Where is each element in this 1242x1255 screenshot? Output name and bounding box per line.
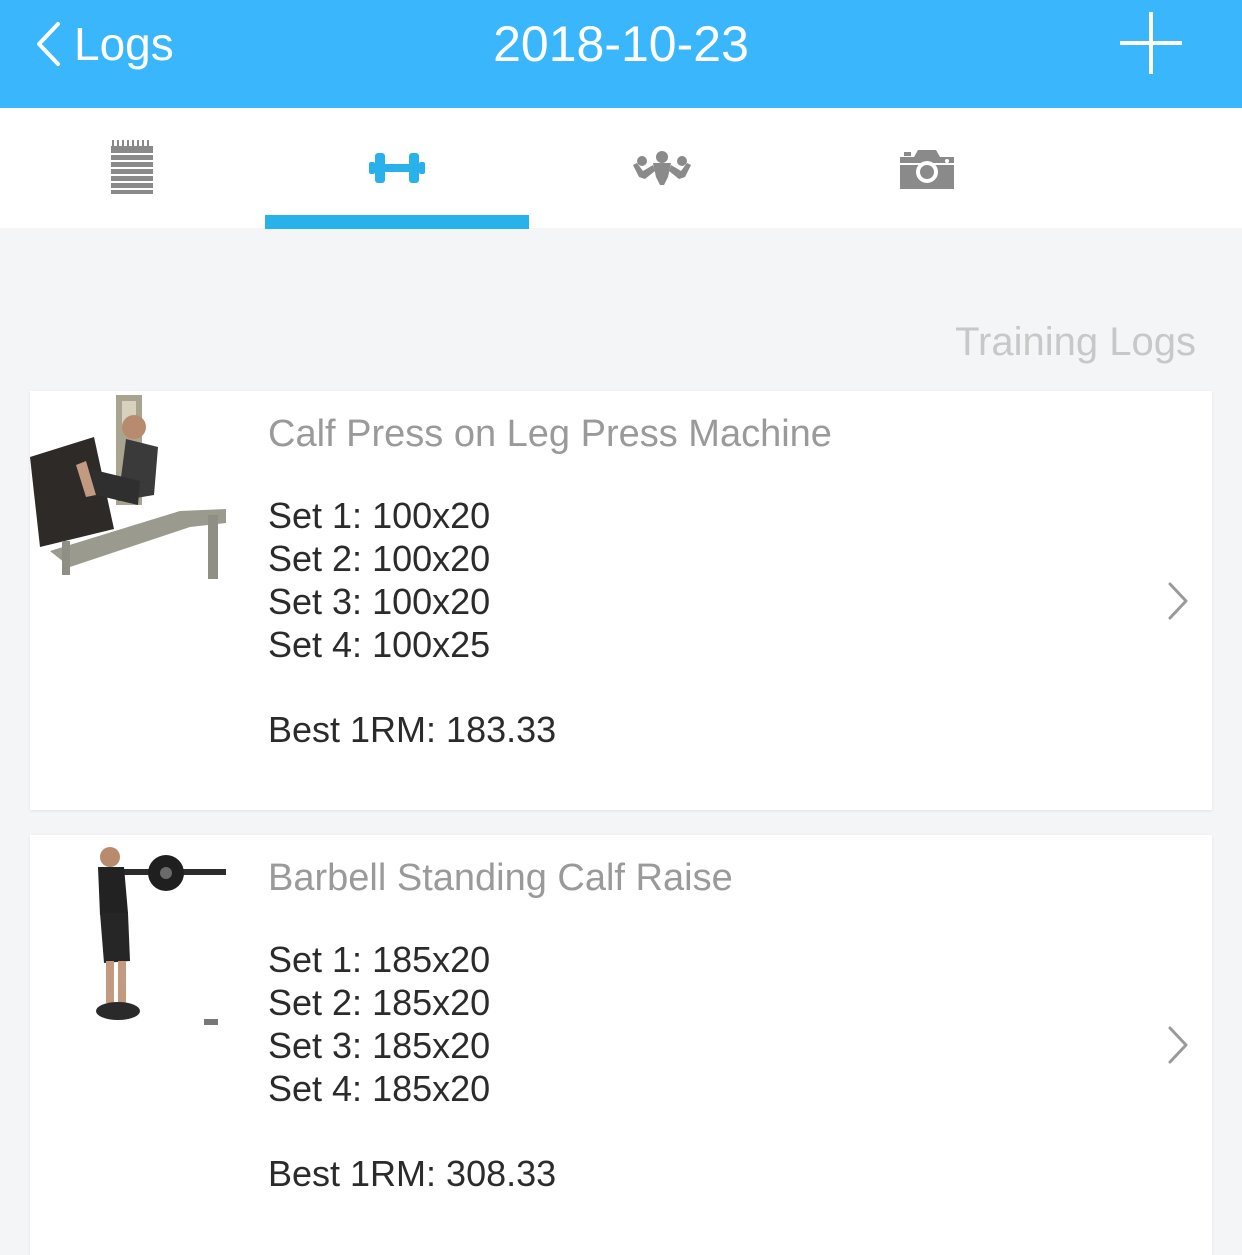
tab-body[interactable] xyxy=(530,108,794,228)
flexing-muscle-icon xyxy=(633,151,691,185)
notepad-icon xyxy=(111,140,153,194)
set-line: Set 1: 100x20 xyxy=(268,495,491,536)
dumbbell-icon xyxy=(369,153,425,183)
tab-notes[interactable] xyxy=(0,108,264,228)
set-line: Set 1: 185x20 xyxy=(268,939,491,980)
best-1rm: Best 1RM: 183.33 xyxy=(268,709,557,750)
set-list: Set 1: 100x20 Set 2: 100x20 Set 3: 100x2… xyxy=(268,494,490,666)
exercise-name: Barbell Standing Calf Raise xyxy=(268,857,733,899)
barbell-calf-raise-photo xyxy=(80,843,230,1033)
navigation-bar: Logs 2018-10-23 xyxy=(0,0,1242,108)
exercise-log-card[interactable]: Barbell Standing Calf Raise Set 1: 185x2… xyxy=(30,835,1212,1255)
set-line: Set 4: 185x20 xyxy=(268,1068,491,1109)
exercise-log-card[interactable]: Calf Press on Leg Press Machine Set 1: 1… xyxy=(30,391,1212,810)
set-line: Set 3: 185x20 xyxy=(268,1025,491,1066)
tab-workouts[interactable] xyxy=(265,108,529,228)
camera-icon xyxy=(900,150,954,189)
add-button[interactable] xyxy=(1118,10,1184,76)
set-line: Set 2: 185x20 xyxy=(268,982,491,1023)
chevron-right-icon xyxy=(1168,1026,1188,1064)
leg-press-machine-photo xyxy=(30,391,226,587)
page-title: 2018-10-23 xyxy=(493,16,749,72)
chevron-right-icon xyxy=(1168,582,1188,620)
set-line: Set 2: 100x20 xyxy=(268,538,491,579)
best-1rm: Best 1RM: 308.33 xyxy=(268,1153,557,1194)
exercise-name: Calf Press on Leg Press Machine xyxy=(268,413,832,455)
tab-photos[interactable] xyxy=(795,108,1059,228)
section-heading: Training Logs xyxy=(955,320,1196,364)
set-line: Set 4: 100x25 xyxy=(268,624,491,665)
set-line: Set 3: 100x20 xyxy=(268,581,491,622)
tab-bar xyxy=(0,108,1242,229)
set-list: Set 1: 185x20 Set 2: 185x20 Set 3: 185x2… xyxy=(268,938,490,1110)
active-tab-indicator xyxy=(265,215,529,229)
plus-icon xyxy=(1120,12,1182,74)
